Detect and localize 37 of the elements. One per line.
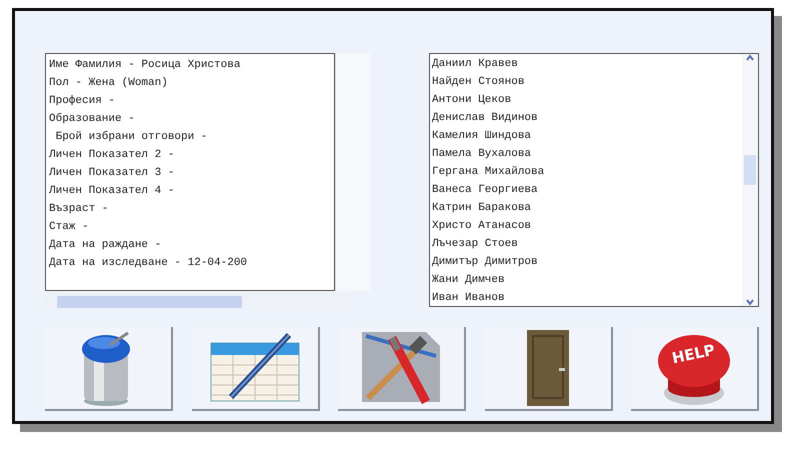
vertical-scrollbar[interactable] (742, 54, 758, 306)
horizontal-scrollbar[interactable] (45, 293, 353, 311)
info-line: Име Фамилия - Росица Христова (49, 58, 240, 73)
person-list-item[interactable]: Лъчезар Стоев (432, 235, 518, 253)
info-line: Брой избрани отговори - (54, 130, 208, 145)
info-line: Личен Показател 2 - (49, 148, 174, 163)
info-line: Възраст - (49, 202, 108, 217)
person-list-item[interactable]: Катрин Баракова (432, 199, 532, 217)
person-list-item[interactable]: Денислав Видинов (432, 109, 538, 127)
info-line: Личен Показател 4 - (49, 184, 174, 199)
info-line: Дата на изследване - 12-04-200 (49, 256, 248, 271)
scrollbar-thumb[interactable] (744, 155, 756, 185)
person-list-item[interactable]: Даниил Кравев (432, 55, 518, 73)
help-label: HELP (670, 340, 716, 368)
person-list-item[interactable]: Иван Иванов (432, 289, 505, 306)
person-list-item[interactable]: Жани Димчев (432, 271, 505, 289)
person-list-item[interactable]: Антони Цеков (432, 91, 512, 109)
info-line: Стаж - (49, 220, 89, 235)
info-line: Професия - (49, 94, 116, 109)
person-list-item[interactable]: Христо Атанасов (432, 217, 532, 235)
info-line: Пол - Жена (Woman) (49, 76, 168, 91)
help-button[interactable]: HELP (631, 327, 759, 411)
person-list-item[interactable]: Димитър Димитров (432, 253, 538, 271)
door-icon (524, 328, 570, 408)
scrollbar-thumb[interactable] (57, 296, 242, 308)
person-list-item[interactable]: Гергана Михайлова (432, 163, 544, 181)
info-line: Образование - (49, 112, 135, 127)
scroll-up-icon[interactable] (745, 54, 755, 62)
person-list-item[interactable]: Камелия Шиндова (432, 127, 532, 145)
info-text-area[interactable] (45, 53, 335, 291)
info-line: Личен Показател 3 - (49, 166, 174, 181)
scroll-down-icon[interactable] (745, 298, 755, 306)
person-list-item[interactable]: Памела Вухалова (432, 145, 532, 163)
person-list-item[interactable]: Ванеса Георгиева (432, 181, 538, 199)
info-line: Дата на раждане - (49, 238, 162, 253)
vertical-scrollbar[interactable] (335, 53, 370, 291)
person-list-item[interactable]: Найден Стоянов (432, 73, 524, 91)
